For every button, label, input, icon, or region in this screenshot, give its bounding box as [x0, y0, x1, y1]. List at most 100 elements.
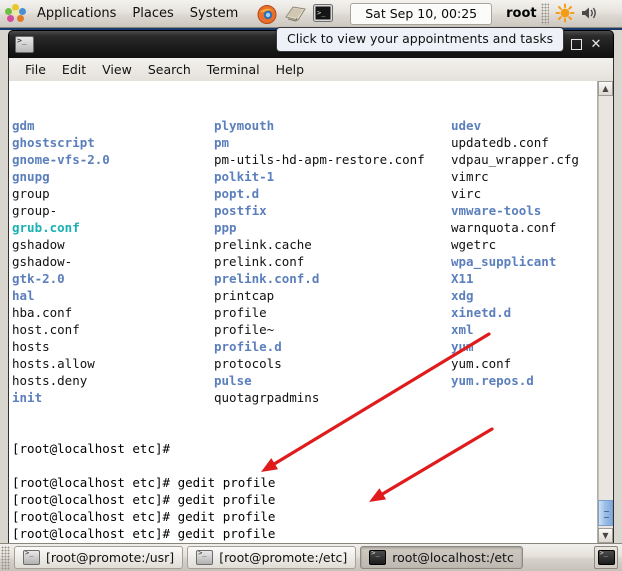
- menu-applications[interactable]: Applications: [30, 3, 123, 25]
- ls-entry: pulse: [214, 373, 252, 388]
- taskbar-item-label: [root@promote:/usr]: [46, 550, 175, 565]
- scroll-down-button[interactable]: ▼: [598, 528, 613, 543]
- terminal-icon: [23, 549, 40, 565]
- ls-entry: pm-utils-hd-apm-restore.conf: [214, 152, 425, 167]
- ls-row: hosts.allow protocols yum.conf: [12, 355, 597, 372]
- terminal-icon: [597, 549, 615, 565]
- ls-entry: yum.repos.d: [451, 373, 534, 388]
- menu-edit[interactable]: Edit: [54, 60, 94, 79]
- user-menu[interactable]: root: [506, 6, 537, 21]
- taskbar-item-1[interactable]: [root@promote:/etc]: [187, 546, 357, 569]
- ls-entry: profile~: [214, 322, 275, 337]
- ls-entry: wpa_supplicant: [451, 254, 557, 269]
- terminal-line: [root@localhost etc]# gedit profile: [12, 475, 276, 490]
- taskbar-handle[interactable]: [1, 545, 10, 570]
- menu-terminal[interactable]: Terminal: [199, 60, 268, 79]
- menu-places[interactable]: Places: [125, 3, 180, 25]
- ls-row: grub.conf ppp warnquota.conf: [12, 219, 597, 236]
- taskbar-item-2[interactable]: root@localhost:/etc: [360, 546, 523, 569]
- terminal-scrollbar[interactable]: ▲ ▼: [597, 81, 613, 543]
- ls-row: hosts.deny pulse yum.repos.d: [12, 372, 597, 389]
- ls-entry: hba.conf: [12, 305, 73, 320]
- ls-entry: prelink.conf: [214, 254, 305, 269]
- ls-entry: group: [12, 186, 50, 201]
- menu-system[interactable]: System: [183, 3, 245, 25]
- menu-view[interactable]: View: [94, 60, 140, 79]
- ls-listing: gdm plymouth udev ghostscript pm updatedb.con…: [12, 117, 597, 406]
- ls-row: group-postfix vmware-tools: [12, 202, 597, 219]
- ls-row: ghostscript pm updatedb.conf: [12, 134, 597, 151]
- terminal-window: root@lo ✕ File Edit View Search Terminal…: [8, 30, 614, 544]
- ls-entry: X11: [451, 271, 474, 286]
- menu-help[interactable]: Help: [268, 60, 313, 79]
- ls-entry: wgetrc: [451, 237, 497, 252]
- ls-entry: polkit-1: [214, 169, 275, 184]
- ls-row: gnupg polkit-1 vimrc: [12, 168, 597, 185]
- ls-row: gshadow prelink.cache wgetrc: [12, 236, 597, 253]
- ls-row: hosts profile.d yum: [12, 338, 597, 355]
- ls-row: gtk-2.0 prelink.conf.d X11: [12, 270, 597, 287]
- ls-entry: xinetd.d: [451, 305, 512, 320]
- scrollbar-track[interactable]: [598, 96, 613, 528]
- ls-row: init quotagrpadmins: [12, 389, 597, 406]
- top-panel: Applications Places System >_ Sat Sep 10…: [0, 0, 622, 28]
- ls-entry: profile: [214, 305, 267, 320]
- ls-entry: ppp: [214, 220, 237, 235]
- gnome-foot-logo-icon[interactable]: [5, 3, 27, 24]
- menu-file[interactable]: File: [17, 60, 54, 79]
- ls-row: gdm plymouth udev: [12, 117, 597, 134]
- terminal-line: [root@localhost etc]#: [12, 441, 171, 456]
- ls-entry: vdpau_wrapper.cfg: [451, 152, 579, 167]
- ls-entry: hosts.allow: [12, 356, 95, 371]
- ls-entry: grub.conf: [12, 220, 80, 235]
- taskbar: [root@promote:/usr] [root@promote:/etc] …: [0, 543, 622, 571]
- ls-row: hal printcap xdg: [12, 287, 597, 304]
- ls-entry: vimrc: [451, 169, 489, 184]
- ls-entry: warnquota.conf: [451, 220, 557, 235]
- ls-entry: yum.conf: [451, 356, 512, 371]
- ls-entry: printcap: [214, 288, 275, 303]
- clock-applet[interactable]: Sat Sep 10, 00:25: [350, 2, 493, 25]
- ls-entry: hosts.deny: [12, 373, 88, 388]
- ls-entry: plymouth: [214, 118, 275, 133]
- scroll-up-button[interactable]: ▲: [598, 81, 613, 96]
- ls-row: hba.conf profile xinetd.d: [12, 304, 597, 321]
- svg-text:>_: >_: [317, 9, 326, 17]
- ls-entry: vmware-tools: [451, 203, 542, 218]
- ls-entry: udev: [451, 118, 482, 133]
- tray-terminal-button[interactable]: [594, 546, 618, 569]
- firefox-icon[interactable]: [256, 3, 280, 25]
- ls-entry: gtk-2.0: [12, 271, 65, 286]
- ls-entry: pm: [214, 135, 230, 150]
- taskbar-item-0[interactable]: [root@promote:/usr]: [14, 546, 184, 569]
- ls-entry: gdm: [12, 118, 35, 133]
- desktop-screen: Applications Places System >_ Sat Sep 10…: [0, 0, 622, 571]
- ls-entry: hosts: [12, 339, 50, 354]
- menu-search[interactable]: Search: [140, 60, 199, 79]
- ls-entry: prelink.conf.d: [214, 271, 320, 286]
- evolution-mail-icon[interactable]: [284, 3, 308, 25]
- terminal-icon[interactable]: >_: [312, 3, 336, 25]
- scrollbar-thumb[interactable]: [598, 500, 613, 526]
- terminal-line: [root@localhost etc]# gedit profile: [12, 492, 276, 507]
- chevron-up-icon: ▲: [602, 83, 609, 93]
- ls-entry: yum: [451, 339, 474, 354]
- brightness-icon[interactable]: [555, 3, 575, 25]
- window-controls: ✕: [566, 35, 613, 55]
- ls-row: group popt.d virc: [12, 185, 597, 202]
- ls-entry: ghostscript: [12, 135, 95, 150]
- ls-row: host.conf profile~ xml: [12, 321, 597, 338]
- maximize-button[interactable]: [566, 35, 586, 55]
- panel-separator: [540, 2, 549, 25]
- ls-entry: xml: [451, 322, 474, 337]
- volume-icon[interactable]: [579, 3, 599, 25]
- terminal-icon: [196, 549, 214, 565]
- shell-history: [root@localhost etc]# [root@localhost etc…: [12, 440, 597, 543]
- close-button[interactable]: ✕: [586, 35, 606, 55]
- taskbar-item-label: root@localhost:/etc: [392, 550, 514, 565]
- ls-entry: postfix: [214, 203, 267, 218]
- terminal-output[interactable]: gdm plymouth udev ghostscript pm updatedb.con…: [9, 81, 597, 543]
- ls-entry: updatedb.conf: [451, 135, 549, 150]
- ls-row: gnome-vfs-2.0 pm-utils-hd-apm-restore.con…: [12, 151, 597, 168]
